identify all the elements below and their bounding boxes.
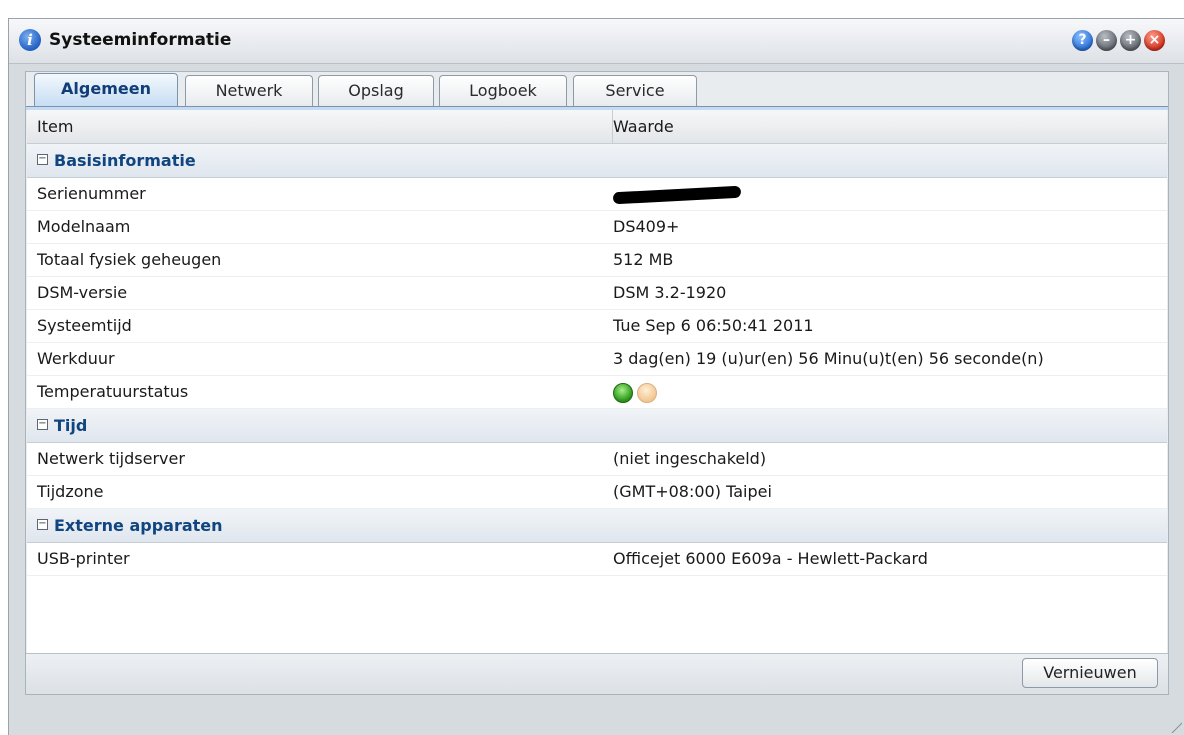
group-label: Externe apparaten [54,516,223,535]
redacted-serial [612,185,742,204]
content-panel: Algemeen Netwerk Opslag Logboek Service … [25,71,1169,695]
row-label: Temperatuurstatus [37,382,189,401]
tab-logboek[interactable]: Logboek [439,75,567,106]
tab-service[interactable]: Service [573,75,697,106]
minimize-icon[interactable]: – [1096,30,1117,51]
table-row[interactable]: Serienummer [27,178,1167,211]
row-label: Totaal fysiek geheugen [37,250,222,269]
maximize-icon[interactable]: + [1120,30,1141,51]
row-label: Serienummer [37,184,146,203]
title-bar[interactable]: i Systeeminformatie ? – + × [9,19,1184,64]
temperature-status [613,376,661,408]
group-label: Basisinformatie [54,151,196,170]
row-value: (niet ingeschakeld) [613,449,767,468]
row-value: 512 MB [613,250,674,269]
column-header-item[interactable]: Item [27,110,613,143]
row-label: DSM-versie [37,283,128,302]
row-label: Tijdzone [37,482,104,501]
table-row[interactable]: Tijdzone (GMT+08:00) Taipei [27,476,1167,509]
row-value: 3 dag(en) 19 (u)ur(en) 56 Minu(u)t(en) 5… [613,349,1044,368]
collapse-icon[interactable]: − [37,519,48,530]
group-tijd[interactable]: − Tijd [27,409,1167,443]
system-info-window: i Systeeminformatie ? – + × Algemeen Net… [8,18,1184,735]
row-label: Werkduur [37,349,115,368]
table-row[interactable]: Temperatuurstatus [27,376,1167,409]
group-basisinformatie[interactable]: − Basisinformatie [27,144,1167,178]
table-row[interactable]: Werkduur 3 dag(en) 19 (u)ur(en) 56 Minu(… [27,343,1167,376]
status-ok-icon [613,382,633,403]
tab-algemeen[interactable]: Algemeen [34,73,178,108]
row-value: DSM 3.2-1920 [613,283,727,302]
row-value: (GMT+08:00) Taipei [613,482,772,501]
info-icon: i [19,29,41,51]
info-grid: Item Waarde − Basisinformatie Serienummer… [27,110,1167,654]
row-label: USB-printer [37,549,130,568]
row-value: Officejet 6000 E609a - Hewlett-Packard [613,549,928,568]
collapse-icon[interactable]: − [37,419,48,430]
panel-footer: Vernieuwen [26,653,1168,694]
status-warning-icon [637,382,657,403]
table-row[interactable]: DSM-versie DSM 3.2-1920 [27,277,1167,310]
group-label: Tijd [54,416,88,435]
row-label: Netwerk tijdserver [37,449,185,468]
table-row[interactable]: Systeemtijd Tue Sep 6 06:50:41 2011 [27,310,1167,343]
table-row[interactable]: USB-printer Officejet 6000 E609a - Hewle… [27,543,1167,576]
row-label: Systeemtijd [37,316,132,335]
window-title: Systeeminformatie [49,30,232,50]
serial-value [612,178,742,210]
refresh-button[interactable]: Vernieuwen [1022,658,1158,688]
row-label: Modelnaam [37,217,131,236]
tab-netwerk[interactable]: Netwerk [185,75,313,106]
collapse-icon[interactable]: − [37,154,48,165]
tab-opslag[interactable]: Opslag [318,75,434,106]
row-value: Tue Sep 6 06:50:41 2011 [613,316,814,335]
group-externe-apparaten[interactable]: − Externe apparaten [27,509,1167,543]
table-row[interactable]: Modelnaam DS409+ [27,211,1167,244]
close-icon[interactable]: × [1144,30,1165,51]
table-row[interactable]: Netwerk tijdserver (niet ingeschakeld) [27,443,1167,476]
help-icon[interactable]: ? [1072,30,1093,51]
grid-header: Item Waarde [27,110,1167,144]
table-row[interactable]: Totaal fysiek geheugen 512 MB [27,244,1167,277]
column-header-value[interactable]: Waarde [603,110,674,143]
resize-handle[interactable] [1170,721,1182,733]
row-value: DS409+ [613,217,680,236]
